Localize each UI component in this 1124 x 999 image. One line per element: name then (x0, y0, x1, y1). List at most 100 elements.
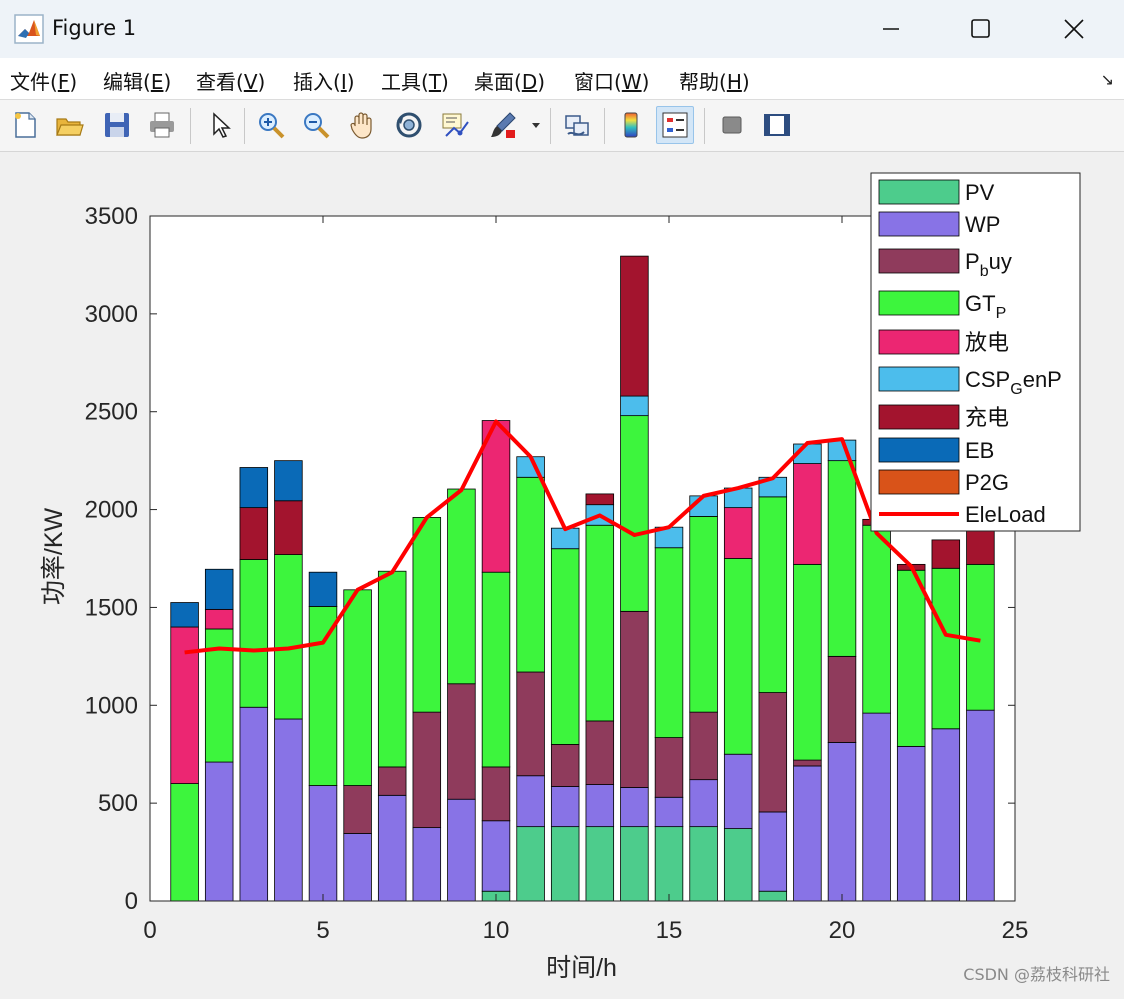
bar-segment (654, 547, 684, 738)
bar-segment (239, 706, 269, 902)
zoom-out-icon (304, 113, 330, 139)
bar-segment (412, 711, 442, 829)
menu-tools[interactable]: 工具(T) (381, 66, 449, 95)
brush-button[interactable] (484, 106, 522, 144)
bar-segment (447, 798, 476, 902)
legend-swatch (878, 469, 960, 495)
new-file-button[interactable] (6, 106, 44, 144)
window-title: Figure 1 (52, 16, 137, 40)
legend-button[interactable] (656, 106, 694, 144)
x-tick-label: 5 (316, 917, 329, 944)
menu-desktop[interactable]: 桌面(D) (474, 66, 545, 95)
bar-segment (827, 742, 857, 902)
menu-help[interactable]: 帮助(H) (679, 66, 750, 95)
legend-swatch (878, 329, 960, 355)
zoom-out-button[interactable] (297, 106, 335, 144)
menu-insert[interactable]: 插入(I) (293, 66, 355, 95)
hide-plot-tools-button[interactable] (713, 106, 751, 144)
watermark: CSDN @荔枝科研社 (963, 965, 1110, 984)
bar-segment (723, 507, 753, 559)
bar-segment (620, 415, 649, 612)
data-cursor-button[interactable] (436, 106, 474, 144)
pan-button[interactable] (343, 106, 381, 144)
bar-segment (550, 527, 580, 550)
close-button[interactable] (1051, 6, 1097, 52)
bar-segment (447, 683, 476, 800)
open-folder-button[interactable] (50, 106, 88, 144)
menu-edit[interactable]: 编辑(E) (103, 66, 171, 95)
print-icon (150, 112, 174, 138)
brush-icon (491, 112, 516, 138)
bar-segment (620, 826, 649, 902)
bar-segment (170, 602, 199, 628)
bar-segment (516, 775, 545, 828)
bar-segment (723, 753, 753, 829)
bar-segment (585, 493, 615, 506)
minimize-icon (883, 28, 899, 30)
bar-segment (654, 826, 684, 902)
legend-label: 充电 (965, 405, 1009, 430)
bar-segment (689, 711, 718, 781)
brush-dropdown[interactable] (526, 106, 546, 144)
close-icon (1064, 19, 1084, 39)
toolbar (0, 100, 1124, 152)
legend-swatch (878, 179, 960, 205)
bar-segment (654, 737, 684, 798)
legend[interactable]: PVWPPbuyGTP放电CSPGenP充电EBP2GEleLoad (870, 172, 1081, 532)
bar-segment (723, 828, 753, 902)
y-tick-label: 1500 (85, 594, 138, 621)
bar-segment (585, 784, 615, 828)
bar-segment (689, 779, 718, 828)
bar-segment (481, 571, 511, 768)
pointer-button[interactable] (200, 106, 238, 144)
menu-view[interactable]: 查看(V) (196, 66, 265, 95)
legend-label: 放电 (965, 330, 1009, 355)
legend-label: EB (965, 438, 994, 463)
bar-segment (896, 569, 926, 747)
bar-segment (862, 524, 891, 714)
zoom-in-icon (259, 113, 285, 139)
bar-segment (550, 826, 580, 902)
bar-segment (585, 524, 615, 722)
x-tick-label: 15 (656, 917, 683, 944)
bar-segment (620, 787, 649, 828)
colorbar-button[interactable] (612, 106, 650, 144)
figure-window: Figure 1 文件(F) 编辑(E) 查看(V) 插入(I) 工具(T) 桌… (0, 0, 1124, 995)
x-tick-label: 20 (829, 917, 856, 944)
bar-segment (620, 255, 649, 397)
new-file-icon (15, 112, 36, 138)
bar-segment (343, 785, 372, 834)
bar-segment (447, 488, 476, 685)
bar-segment (274, 718, 303, 902)
bar-segment (343, 589, 372, 786)
print-button[interactable] (143, 106, 181, 144)
maximize-button[interactable] (958, 6, 1004, 52)
bar-segment (481, 820, 511, 892)
dock-arrow-icon[interactable]: ↘ (1101, 70, 1114, 89)
chevron-down-icon (532, 123, 540, 128)
colorbar-icon (624, 112, 638, 138)
toolbar-separator (604, 108, 605, 144)
bar-segment (204, 761, 234, 902)
bar-segment (274, 500, 303, 555)
y-tick-label: 0 (125, 888, 138, 915)
save-button[interactable] (98, 106, 136, 144)
y-tick-label: 1000 (85, 692, 138, 719)
bar-segment (412, 516, 442, 713)
minimize-button[interactable] (868, 6, 914, 52)
legend-label: P2G (965, 470, 1009, 495)
bar-segment (516, 826, 545, 902)
bar-segment (966, 709, 995, 902)
figure-canvas: 0 5 10 15 20 25 0 500 1000 1500 2000 2500 3000 3500 时间… (0, 152, 1124, 995)
show-plot-tools-button[interactable] (758, 106, 796, 144)
bar-segment (308, 571, 338, 607)
rotate-button[interactable] (390, 106, 428, 144)
bar-segment (793, 563, 822, 761)
menu-file[interactable]: 文件(F) (10, 66, 77, 95)
data-cursor-icon (442, 113, 469, 137)
legend-swatch (878, 366, 960, 392)
toolbar-separator (244, 108, 245, 144)
zoom-in-button[interactable] (252, 106, 290, 144)
menu-window[interactable]: 窗口(W) (574, 66, 649, 95)
link-plot-button[interactable] (558, 106, 596, 144)
